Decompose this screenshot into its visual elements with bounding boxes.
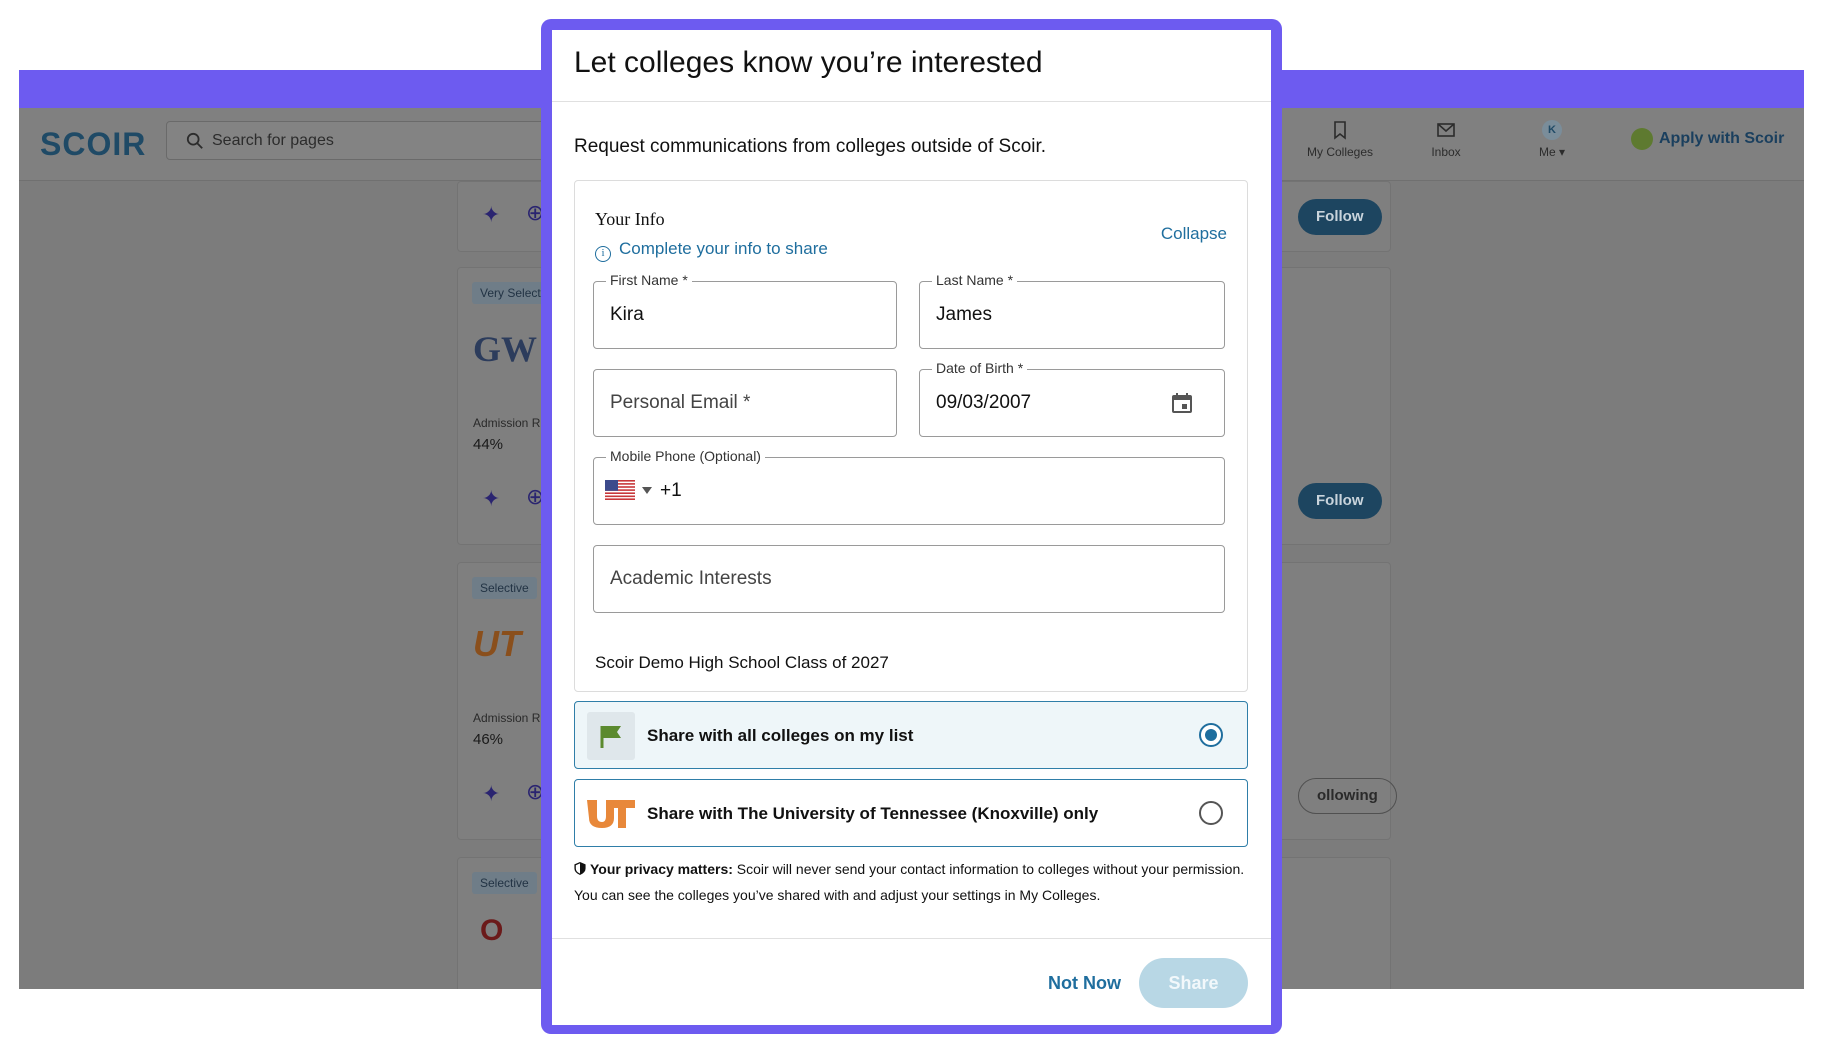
screenshot-stage: SCOIR Search for pages My Colleges Inbox… bbox=[0, 0, 1826, 1057]
osu-logo: O bbox=[480, 914, 504, 947]
complete-info-notice: i Complete your info to share bbox=[595, 239, 828, 262]
privacy-bold: Your privacy matters: bbox=[590, 861, 733, 877]
search-input[interactable]: Search for pages bbox=[166, 121, 586, 160]
calendar-icon[interactable] bbox=[1170, 391, 1194, 415]
bookmark-icon bbox=[1334, 121, 1346, 140]
follow-button[interactable]: Follow bbox=[1298, 199, 1382, 235]
search-icon bbox=[186, 132, 203, 149]
follow-button[interactable]: Follow bbox=[1298, 483, 1382, 519]
selectivity-badge: Selective bbox=[472, 872, 537, 894]
dob-label: Date of Birth * bbox=[932, 360, 1028, 376]
nav-my-colleges[interactable]: My Colleges bbox=[1295, 120, 1385, 159]
admission-rate-value: 44% bbox=[473, 436, 504, 453]
school-class-text: Scoir Demo High School Class of 2027 bbox=[595, 653, 889, 672]
nav-me-label: Me bbox=[1538, 145, 1556, 159]
dob-value: 09/03/2007 bbox=[936, 392, 1032, 413]
sparkle-icon[interactable]: ✦ bbox=[482, 202, 500, 228]
nav-inbox[interactable]: Inbox bbox=[1401, 120, 1491, 159]
shield-icon bbox=[574, 862, 586, 875]
admission-rate-label: Admission R bbox=[473, 416, 541, 430]
info-icon: i bbox=[595, 246, 611, 262]
following-button[interactable]: ollowing bbox=[1298, 778, 1397, 814]
scoir-logo[interactable]: SCOIR bbox=[40, 126, 146, 163]
selectivity-badge: Very Select bbox=[472, 282, 549, 304]
mobile-phone-field[interactable]: Mobile Phone (Optional) +1 bbox=[593, 448, 1225, 525]
personal-email-field[interactable]: Personal Email * bbox=[593, 369, 897, 437]
nav-my-colleges-label: My Colleges bbox=[1306, 145, 1374, 159]
last-name-value: James bbox=[936, 304, 992, 325]
share-button[interactable]: Share bbox=[1139, 958, 1248, 1008]
modal-subtitle: Request communications from colleges out… bbox=[574, 136, 1047, 157]
share-all-label: Share with all colleges on my list bbox=[647, 726, 914, 745]
privacy-notice: Your privacy matters: Scoir will never s… bbox=[574, 856, 1248, 908]
selectivity-badge: Selective bbox=[472, 577, 537, 599]
share-one-radio[interactable] bbox=[1199, 801, 1223, 825]
academic-interests-placeholder: Academic Interests bbox=[610, 568, 772, 589]
share-one-label: Share with The University of Tennessee (… bbox=[647, 804, 1099, 823]
first-name-label: First Name * bbox=[606, 272, 692, 288]
modal-footer: Not Now Share bbox=[552, 938, 1271, 1025]
share-all-radio[interactable] bbox=[1199, 723, 1223, 747]
search-placeholder: Search for pages bbox=[212, 132, 334, 149]
last-name-field[interactable]: Last Name * James bbox=[919, 272, 1225, 349]
your-info-heading: Your Info bbox=[595, 209, 665, 229]
collapse-link[interactable]: Collapse bbox=[1161, 224, 1227, 244]
share-all-option[interactable]: Share with all colleges on my list bbox=[574, 701, 1248, 769]
nav-inbox-label: Inbox bbox=[1431, 145, 1461, 159]
mobile-phone-label: Mobile Phone (Optional) bbox=[606, 448, 765, 464]
admission-rate-value: 46% bbox=[473, 731, 504, 748]
flag-icon bbox=[600, 726, 621, 748]
avatar: K bbox=[1542, 120, 1562, 140]
apply-label: Apply with Scoir bbox=[1659, 130, 1785, 148]
ut-logo: UT bbox=[473, 623, 521, 664]
mail-icon bbox=[1437, 123, 1455, 137]
complete-info-text: Complete your info to share bbox=[619, 239, 828, 258]
modal-header: Let colleges know you’re interested bbox=[552, 30, 1271, 102]
share-one-option[interactable]: Share with The University of Tennessee (… bbox=[574, 779, 1248, 847]
apply-with-scoir-button[interactable]: Apply with Scoir bbox=[1631, 128, 1784, 150]
flag-icon-box bbox=[587, 712, 635, 760]
chevron-down-icon: ▾ bbox=[1558, 145, 1566, 159]
us-flag-icon[interactable] bbox=[605, 480, 635, 500]
bolt-icon bbox=[1631, 128, 1653, 150]
nav-me[interactable]: K Me ▾ bbox=[1507, 120, 1597, 159]
sparkle-icon[interactable]: ✦ bbox=[482, 781, 500, 807]
sparkle-icon[interactable]: ✦ bbox=[482, 486, 500, 512]
admission-rate-label: Admission R bbox=[473, 711, 541, 725]
last-name-label: Last Name * bbox=[932, 272, 1018, 288]
modal-title: Let colleges know you’re interested bbox=[574, 46, 1043, 79]
phone-dial-code: +1 bbox=[660, 480, 682, 501]
interest-modal: Let colleges know you’re interested Requ… bbox=[552, 30, 1271, 1025]
academic-interests-field[interactable]: Academic Interests bbox=[593, 545, 1225, 613]
personal-email-placeholder: Personal Email * bbox=[610, 392, 751, 413]
date-of-birth-field[interactable]: Date of Birth * 09/03/2007 bbox=[919, 360, 1225, 437]
ut-logo-icon bbox=[587, 800, 635, 828]
first-name-value: Kira bbox=[610, 304, 644, 325]
your-info-panel: Your Info i Complete your info to share C… bbox=[574, 180, 1248, 692]
gw-logo: GW bbox=[473, 329, 538, 369]
not-now-button[interactable]: Not Now bbox=[1048, 973, 1121, 994]
first-name-field[interactable]: First Name * Kira bbox=[593, 272, 897, 349]
chevron-down-icon[interactable] bbox=[642, 487, 652, 494]
